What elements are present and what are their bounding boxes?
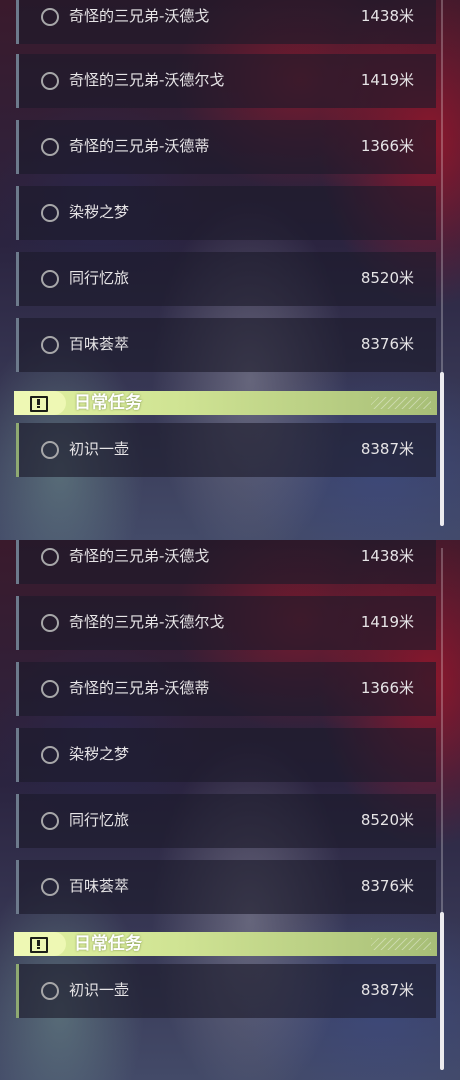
quest-name: 同行忆旅: [69, 269, 130, 287]
quest-name: 染秽之梦: [69, 203, 130, 221]
quest-distance: 8520米: [360, 811, 414, 829]
exclamation-icon: [30, 937, 48, 953]
quest-name: 染秽之梦: [69, 745, 130, 763]
header-decoration: [371, 397, 431, 409]
quest-row[interactable]: 奇怪的三兄弟-沃德蒂 1366米: [16, 120, 436, 174]
quest-row[interactable]: 百味荟萃 8376米: [16, 318, 436, 372]
quest-name: 奇怪的三兄弟-沃德尔戈: [69, 613, 225, 631]
quest-name: 初识一壶: [69, 440, 130, 458]
quest-status-circle-icon: [41, 812, 59, 830]
quest-list-panel-bottom: 奇怪的三兄弟-沃德戈 1438米 奇怪的三兄弟-沃德尔戈 1419米 奇怪的三兄…: [0, 540, 460, 1080]
quest-row[interactable]: 奇怪的三兄弟-沃德蒂 1366米: [16, 662, 436, 716]
quest-status-circle-icon: [41, 204, 59, 222]
quest-name: 初识一壶: [69, 981, 130, 999]
quest-status-circle-icon: [41, 548, 59, 566]
quest-distance: 8376米: [360, 877, 414, 895]
quest-row[interactable]: 奇怪的三兄弟-沃德尔戈 1419米: [16, 54, 436, 108]
daily-quest-section-header[interactable]: 日常任务: [14, 932, 437, 956]
quest-list-panel-top: 奇怪的三兄弟-沃德戈 1438米 奇怪的三兄弟-沃德尔戈 1419米 奇怪的三兄…: [0, 0, 460, 540]
quest-status-circle-icon: [41, 441, 59, 459]
quest-name: 奇怪的三兄弟-沃德蒂: [69, 137, 210, 155]
quest-name: 百味荟萃: [69, 335, 130, 353]
exclamation-icon: [30, 396, 48, 412]
daily-quest-icon-box: [14, 932, 66, 956]
quest-status-circle-icon: [41, 336, 59, 354]
quest-status-circle-icon: [41, 878, 59, 896]
quest-distance: 1419米: [360, 613, 414, 631]
quest-row[interactable]: 同行忆旅 8520米: [16, 252, 436, 306]
daily-quest-section-header[interactable]: 日常任务: [14, 391, 437, 415]
quest-distance: 1438米: [360, 7, 414, 25]
daily-quest-row[interactable]: 初识一壶 8387米: [16, 423, 436, 477]
quest-distance: 8387米: [360, 981, 414, 999]
quest-status-circle-icon: [41, 72, 59, 90]
quest-distance: 1419米: [360, 71, 414, 89]
section-title: 日常任务: [74, 393, 142, 413]
quest-name: 奇怪的三兄弟-沃德戈: [69, 547, 210, 565]
quest-distance: 8387米: [360, 440, 414, 458]
quest-name: 奇怪的三兄弟-沃德尔戈: [69, 71, 225, 89]
daily-quest-row[interactable]: 初识一壶 8387米: [16, 964, 436, 1018]
section-title: 日常任务: [74, 934, 142, 954]
daily-quest-icon-box: [14, 391, 66, 415]
quest-distance: 8376米: [360, 335, 414, 353]
scrollbar-thumb[interactable]: [440, 372, 444, 526]
quest-row[interactable]: 奇怪的三兄弟-沃德戈 1438米: [16, 0, 436, 44]
quest-name: 奇怪的三兄弟-沃德蒂: [69, 679, 210, 697]
header-decoration: [371, 938, 431, 950]
quest-distance: 1438米: [360, 547, 414, 565]
quest-distance: 1366米: [360, 679, 414, 697]
quest-row[interactable]: 染秽之梦: [16, 186, 436, 240]
quest-row[interactable]: 百味荟萃 8376米: [16, 860, 436, 914]
quest-row[interactable]: 奇怪的三兄弟-沃德戈 1438米: [16, 540, 436, 584]
quest-status-circle-icon: [41, 982, 59, 1000]
quest-status-circle-icon: [41, 138, 59, 156]
quest-status-circle-icon: [41, 614, 59, 632]
quest-status-circle-icon: [41, 8, 59, 26]
scrollbar-thumb[interactable]: [440, 912, 444, 1070]
quest-row[interactable]: 染秽之梦: [16, 728, 436, 782]
quest-row[interactable]: 奇怪的三兄弟-沃德尔戈 1419米: [16, 596, 436, 650]
quest-status-circle-icon: [41, 746, 59, 764]
quest-distance: 8520米: [360, 269, 414, 287]
quest-name: 百味荟萃: [69, 877, 130, 895]
quest-row[interactable]: 同行忆旅 8520米: [16, 794, 436, 848]
quest-distance: 1366米: [360, 137, 414, 155]
quest-name: 同行忆旅: [69, 811, 130, 829]
quest-name: 奇怪的三兄弟-沃德戈: [69, 7, 210, 25]
quest-status-circle-icon: [41, 680, 59, 698]
quest-status-circle-icon: [41, 270, 59, 288]
